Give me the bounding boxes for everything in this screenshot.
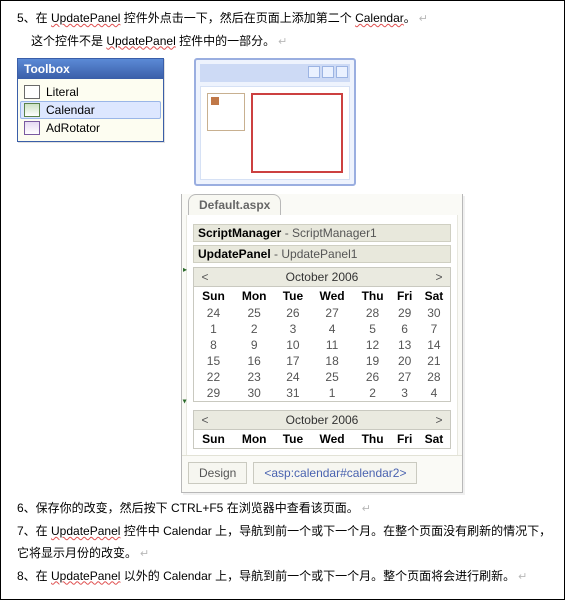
toolbox-panel: Toolbox Literal Calendar AdRotator xyxy=(17,58,164,142)
cal-prev[interactable]: < xyxy=(194,411,216,429)
step5-line2: 这个控件不是 UpdatePanel 控件中的一部分。↵ xyxy=(11,32,556,55)
design-button[interactable]: Design xyxy=(188,462,247,484)
illustration-row: Toolbox Literal Calendar AdRotator xyxy=(11,54,556,186)
designer-panel: Default.aspx ScriptManager - ScriptManag… xyxy=(181,194,463,493)
designer-tabs: Default.aspx xyxy=(182,194,462,215)
toolbox-items: Literal Calendar AdRotator xyxy=(18,79,163,141)
adrotator-icon xyxy=(24,121,40,135)
calendar2: < October 2006 > SunMonTueWedThuFriSat xyxy=(193,410,451,449)
calendar-grid: SunMonTueWedThuFriSat xyxy=(194,430,450,448)
step7-line2: 它将显示月份的改变。↵ xyxy=(11,544,556,567)
literal-icon xyxy=(24,85,40,99)
window-button-icon xyxy=(308,66,320,78)
tag-path[interactable]: <asp:calendar#calendar2> xyxy=(253,462,417,484)
toolbox-item-label: AdRotator xyxy=(46,121,100,135)
calendar1: < October 2006 > SunMonTueWedThuFriSat 2… xyxy=(193,267,451,402)
form-preview xyxy=(194,58,356,186)
updatepanel-region: < October 2006 > SunMonTueWedThuFriSat 2… xyxy=(193,267,451,402)
return-mark: ↵ xyxy=(515,571,527,583)
table-row: 2930311234 xyxy=(194,385,450,401)
step6: 6、保存你的改变，然后按下 CTRL+F5 在浏览器中查看该页面。↵ xyxy=(11,499,556,522)
cal-next[interactable]: > xyxy=(428,411,450,429)
toolbox-item-label: Calendar xyxy=(46,103,95,117)
step5-line1: 5、在 UpdatePanel 控件外点击一下，然后在页面上添加第二个 Cale… xyxy=(11,9,556,32)
file-tab[interactable]: Default.aspx xyxy=(188,194,281,215)
window-button-icon xyxy=(322,66,334,78)
cal-title: October 2006 xyxy=(216,268,428,286)
table-row: 891011121314 xyxy=(194,337,450,353)
return-mark: ↵ xyxy=(359,503,371,515)
updatepanel-tag: UpdatePanel - UpdatePanel1 xyxy=(193,245,451,263)
return-mark: ↵ xyxy=(416,13,428,25)
form-body xyxy=(200,86,350,180)
form-titlebar xyxy=(200,64,350,82)
cal-prev[interactable]: < xyxy=(194,268,216,286)
calendar-grid: SunMonTueWedThuFriSat 24252627282930 123… xyxy=(194,287,450,401)
toolbox-item-adrotator[interactable]: AdRotator xyxy=(20,119,161,137)
cal-title: October 2006 xyxy=(216,411,428,429)
cal-next[interactable]: > xyxy=(428,268,450,286)
toolbox-title: Toolbox xyxy=(18,59,163,79)
table-row: 24252627282930 xyxy=(194,305,450,321)
return-mark: ↵ xyxy=(137,548,149,560)
step7-line1: 7、在 UpdatePanel 控件中 Calendar 上，导航到前一个或下一… xyxy=(11,522,556,544)
toolbox-item-label: Literal xyxy=(46,85,79,99)
small-calendar-glyph xyxy=(207,93,245,131)
table-row: 22232425262728 xyxy=(194,369,450,385)
step8: 8、在 UpdatePanel 以外的 Calendar 上，导航到前一个或下一… xyxy=(11,567,556,590)
table-row: 1234567 xyxy=(194,321,450,337)
table-row: 15161718192021 xyxy=(194,353,450,369)
calendar-icon xyxy=(24,103,40,117)
toolbox-item-calendar[interactable]: Calendar xyxy=(20,101,161,119)
window-button-icon xyxy=(336,66,348,78)
drop-target-outline xyxy=(251,93,343,173)
scriptmanager-tag: ScriptManager - ScriptManager1 xyxy=(193,224,451,242)
toolbox-item-literal[interactable]: Literal xyxy=(20,83,161,101)
return-mark: ↵ xyxy=(275,36,287,48)
designer-bottom-bar: Design <asp:calendar#calendar2> xyxy=(182,455,462,492)
